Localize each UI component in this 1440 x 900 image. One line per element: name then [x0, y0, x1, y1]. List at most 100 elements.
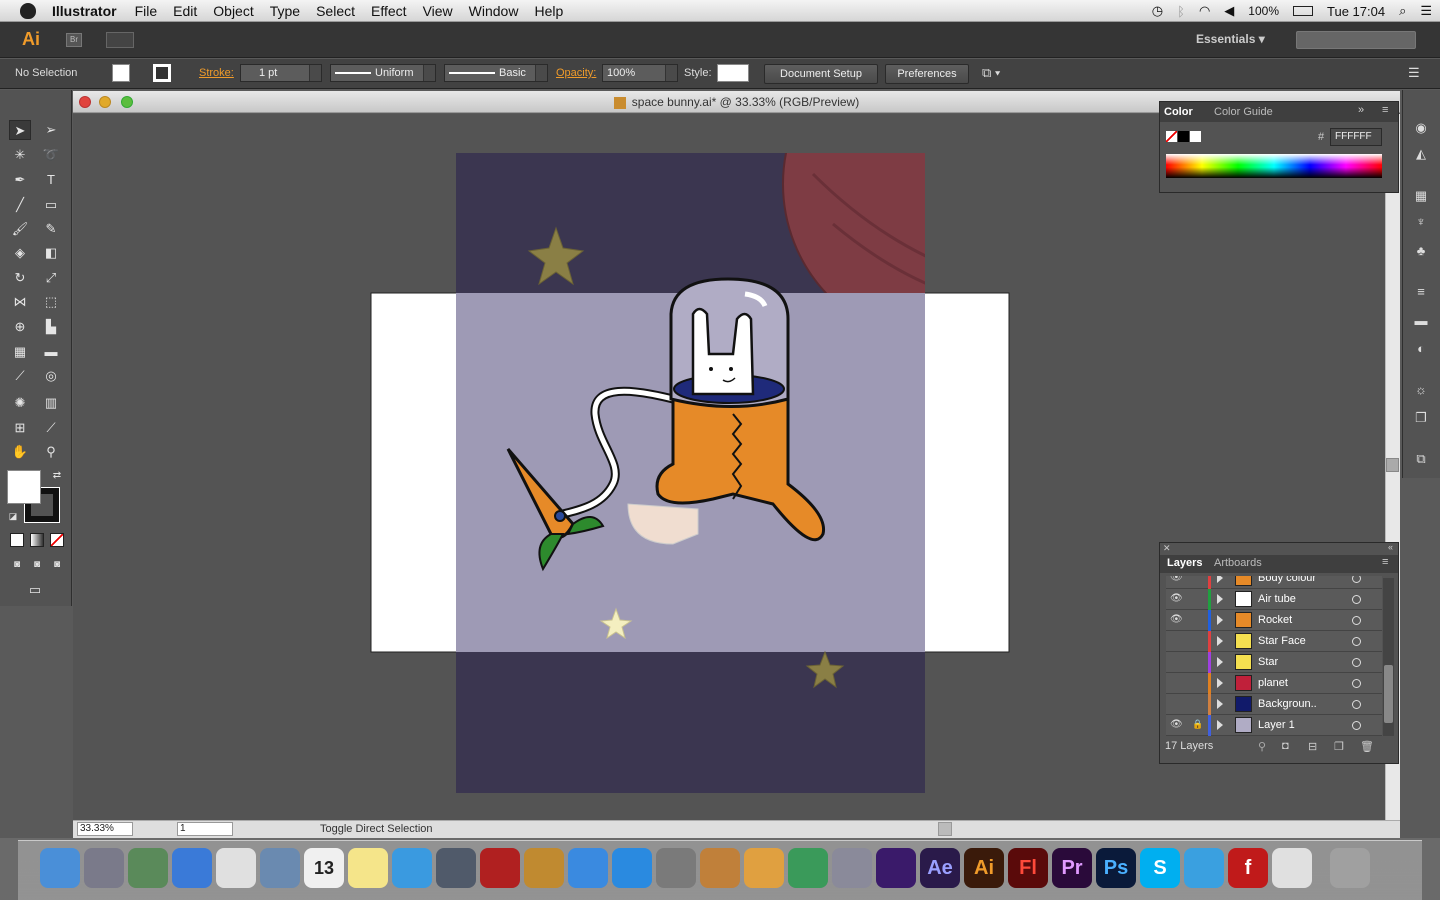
draw-normal-icon[interactable]: ◙: [6, 555, 28, 575]
perspective-grid-tool-icon[interactable]: ▙: [40, 317, 62, 337]
visibility-toggle-icon[interactable]: 👁: [1170, 719, 1183, 731]
expand-layer-icon[interactable]: [1217, 678, 1223, 688]
stroke-weight-field[interactable]: 1 pt: [240, 64, 322, 82]
expand-layer-icon[interactable]: [1217, 699, 1223, 709]
dock-keynote-icon[interactable]: [744, 848, 784, 888]
menu-effect[interactable]: Effect: [363, 0, 415, 22]
menu-help[interactable]: Help: [526, 0, 571, 22]
dock-messages-icon[interactable]: [392, 848, 432, 888]
panel-menu-icon[interactable]: ☰: [1408, 65, 1420, 81]
expand-layer-icon[interactable]: [1217, 576, 1223, 583]
layer-target-icon[interactable]: [1352, 658, 1361, 667]
brush-definition[interactable]: Basic: [444, 64, 548, 82]
workspace-switcher[interactable]: Essentials ▾: [1196, 32, 1265, 46]
eraser-tool-icon[interactable]: ◧: [40, 243, 62, 263]
vertical-scroll-thumb[interactable]: [1386, 458, 1399, 472]
dock-system-preferences-icon[interactable]: [656, 848, 696, 888]
draw-behind-icon[interactable]: ◙: [26, 555, 48, 575]
help-search-input[interactable]: [1296, 31, 1416, 49]
dock-script-editor-icon[interactable]: [832, 848, 872, 888]
notification-center-icon[interactable]: ☰: [1420, 3, 1432, 19]
lock-toggle-icon[interactable]: 🔒: [1192, 719, 1204, 731]
visibility-toggle-icon[interactable]: [1170, 677, 1182, 689]
color-panel-menu-icon[interactable]: ≡: [1382, 104, 1388, 116]
expand-layer-icon[interactable]: [1217, 720, 1223, 730]
color-panel-icon[interactable]: ◉: [1412, 120, 1430, 136]
tab-color-guide[interactable]: Color Guide: [1214, 106, 1273, 118]
type-tool-icon[interactable]: T: [40, 170, 62, 190]
stroke-panel-icon[interactable]: ≡: [1412, 284, 1430, 300]
layer-name[interactable]: Backgroun..: [1258, 698, 1317, 710]
dock-photo-booth-icon[interactable]: [480, 848, 520, 888]
layer-row[interactable]: 👁 Body colour: [1166, 576, 1382, 589]
arrange-icon[interactable]: ⧉ ▾: [982, 65, 1000, 81]
layer-name[interactable]: Rocket: [1258, 614, 1292, 626]
zoom-level-field[interactable]: 33.33%: [77, 822, 133, 836]
none-mode-icon[interactable]: [50, 533, 64, 547]
screen-mode-icon[interactable]: ▭: [24, 580, 46, 600]
battery-percent[interactable]: 100%: [1248, 4, 1279, 18]
layers-scroll-thumb[interactable]: [1384, 665, 1393, 723]
menu-window[interactable]: Window: [461, 0, 527, 22]
width-tool-icon[interactable]: ⋈: [9, 292, 31, 312]
appearance-panel-icon[interactable]: ☼: [1412, 382, 1430, 398]
dock-calendar-icon[interactable]: 13: [304, 848, 344, 888]
visibility-toggle-icon[interactable]: 👁: [1170, 593, 1183, 605]
tab-color[interactable]: Color: [1164, 106, 1193, 118]
new-sublayer-icon[interactable]: ⊟: [1308, 740, 1317, 753]
gradient-panel-icon[interactable]: ▬: [1412, 313, 1430, 329]
dock-ae-icon[interactable]: Ae: [920, 848, 960, 888]
dock-stickies-icon[interactable]: [348, 848, 388, 888]
menu-type[interactable]: Type: [262, 0, 308, 22]
menu-file[interactable]: File: [127, 0, 166, 22]
app-menu[interactable]: Illustrator: [48, 3, 127, 19]
black-swatch[interactable]: [1178, 131, 1189, 142]
dock-itunes-icon[interactable]: [568, 848, 608, 888]
brushes-icon[interactable]: ♆: [1412, 214, 1430, 230]
menu-edit[interactable]: Edit: [165, 0, 205, 22]
dock-chrome-icon[interactable]: [216, 848, 256, 888]
direct-selection-tool-icon[interactable]: ➢: [40, 120, 62, 140]
dock-trash-icon[interactable]: [1330, 848, 1370, 888]
symbol-sprayer-tool-icon[interactable]: ✺: [9, 393, 31, 413]
arrange-documents-button[interactable]: [106, 32, 134, 48]
menu-select[interactable]: Select: [308, 0, 363, 22]
lock-toggle-icon[interactable]: [1192, 576, 1204, 584]
layer-row[interactable]: 👁 Air tube: [1166, 589, 1382, 610]
draw-inside-icon[interactable]: ◙: [46, 555, 68, 575]
panel-collapse-icon[interactable]: »: [1358, 104, 1364, 116]
dock-skype-icon[interactable]: S: [1140, 848, 1180, 888]
dock-fl-icon[interactable]: Fl: [1008, 848, 1048, 888]
dock-dashboard-icon[interactable]: [1184, 848, 1224, 888]
lock-toggle-icon[interactable]: [1192, 698, 1204, 710]
expand-layer-icon[interactable]: [1217, 657, 1223, 667]
dock-ps-icon[interactable]: Ps: [1096, 848, 1136, 888]
dock-ai-icon[interactable]: Ai: [964, 848, 1004, 888]
apple-menu-icon[interactable]: [20, 2, 36, 19]
document-setup-button[interactable]: Document Setup: [764, 64, 878, 84]
expand-layer-icon[interactable]: [1217, 594, 1223, 604]
status-text[interactable]: Toggle Direct Selection: [320, 823, 433, 835]
layer-row[interactable]: 👁 🔒 Layer 1: [1166, 715, 1382, 736]
blend-tool-icon[interactable]: ◎: [40, 366, 62, 386]
column-graph-tool-icon[interactable]: ▥: [40, 393, 62, 413]
opacity-field[interactable]: 100%: [602, 64, 678, 82]
layer-name[interactable]: Star: [1258, 656, 1278, 668]
variable-width-profile[interactable]: Uniform: [330, 64, 436, 82]
rectangle-tool-icon[interactable]: ▭: [40, 195, 62, 215]
layer-target-icon[interactable]: [1352, 679, 1361, 688]
dock-facetime-icon[interactable]: [436, 848, 476, 888]
delete-layer-icon[interactable]: 🗑: [1360, 740, 1374, 753]
visibility-toggle-icon[interactable]: [1170, 698, 1182, 710]
swatches-icon[interactable]: ▦: [1412, 188, 1430, 204]
layer-target-icon[interactable]: [1352, 595, 1361, 604]
selection-tool-icon[interactable]: ➤: [9, 120, 31, 140]
layer-target-icon[interactable]: [1352, 616, 1361, 625]
opacity-label[interactable]: Opacity:: [556, 67, 596, 79]
layer-row[interactable]: Star Face: [1166, 631, 1382, 652]
pen-tool-icon[interactable]: ✒: [9, 170, 31, 190]
lock-toggle-icon[interactable]: [1192, 635, 1204, 647]
lock-toggle-icon[interactable]: [1192, 593, 1204, 605]
clock[interactable]: Tue 17:04: [1327, 4, 1385, 19]
layer-name[interactable]: planet: [1258, 677, 1288, 689]
